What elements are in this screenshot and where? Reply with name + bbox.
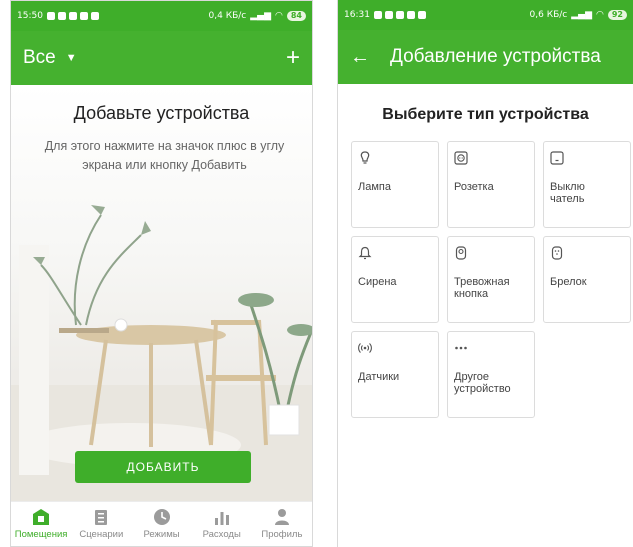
add-icon[interactable]: + <box>286 44 300 72</box>
empty-state: Добавьте устройства Для этого нажмите на… <box>11 85 312 501</box>
signal-icon: ▂▄▆ <box>250 11 271 21</box>
nav-label: Режимы <box>143 529 180 540</box>
device-tile-socket[interactable]: Розетка <box>447 141 535 228</box>
section-title: Выберите тип устройства <box>382 106 589 123</box>
device-tile-panic-button[interactable]: Тревожная кнопка <box>447 236 535 323</box>
caret-down-icon[interactable]: ▼ <box>66 52 77 64</box>
device-tile-keyfob[interactable]: Брелок <box>543 236 631 323</box>
signal-icon: ▂▄▆ <box>571 10 592 20</box>
tile-label: Другое устройство <box>454 371 511 395</box>
expenses-icon <box>214 512 229 525</box>
network-speed: 0,4 КБ/с <box>208 11 247 21</box>
modes-icon <box>153 509 170 525</box>
profile-icon <box>274 509 289 525</box>
notification-icon <box>417 11 426 19</box>
status-bar: 15:50 0,4 КБ/с ▂▄▆ ◠ 84 <box>11 1 312 31</box>
status-time: 15:50 <box>17 11 43 21</box>
scenarios-icon <box>95 510 108 525</box>
nav-item-profile[interactable]: Профиль <box>252 502 312 546</box>
device-tile-other[interactable]: Другое устройство <box>447 331 535 418</box>
tile-label: Сирена <box>358 276 397 288</box>
switch-icon <box>550 151 564 165</box>
back-arrow-icon[interactable]: ← <box>350 46 370 69</box>
status-bar: 16:31 0,6 КБ/с ▂▄▆ ◠ 92 <box>338 0 633 30</box>
nav-item-modes[interactable]: Режимы <box>131 502 191 546</box>
nav-item-rooms[interactable]: Помещения <box>11 502 71 546</box>
nav-label: Профиль <box>261 529 303 540</box>
notification-icon <box>46 12 55 20</box>
sensor-icon <box>358 343 372 353</box>
page-title: Добавление устройства <box>390 46 601 67</box>
device-tile-siren[interactable]: Сирена <box>351 236 439 323</box>
status-time: 16:31 <box>344 10 370 20</box>
siren-icon <box>358 246 372 260</box>
lamp-icon <box>360 151 370 164</box>
notification-icon <box>57 12 66 20</box>
notification-icon <box>384 11 393 19</box>
wifi-icon: ◠ <box>275 11 283 21</box>
nav-label: Сценарии <box>79 529 124 540</box>
battery-level: 92 <box>607 10 627 20</box>
notification-icon <box>373 11 382 19</box>
notification-icons <box>46 12 99 20</box>
tile-label: Лампа <box>358 181 391 193</box>
tile-label: Тревожная кнопка <box>454 276 510 300</box>
device-tile-switch[interactable]: Выклю чатель <box>543 141 631 228</box>
empty-state-title: Добавьте устройства <box>73 103 250 123</box>
app-bar: Все ▼ + <box>11 31 312 85</box>
app-bar: ← Добавление устройства <box>338 30 633 84</box>
rooms-icon <box>33 509 50 525</box>
notification-icon <box>395 11 404 19</box>
tile-label: Датчики <box>358 371 400 383</box>
nav-item-expenses[interactable]: Расходы <box>192 502 252 546</box>
add-device-screen: 16:31 0,6 КБ/с ▂▄▆ ◠ 92 ← Добавление уст… <box>337 0 633 547</box>
keyfob-icon <box>551 246 563 260</box>
panic-button-icon <box>455 246 467 260</box>
notification-icon <box>79 12 88 20</box>
device-tile-sensors[interactable]: Датчики <box>351 331 439 418</box>
tile-label: Розетка <box>454 181 494 193</box>
tile-label: Выклю чатель <box>550 181 585 205</box>
add-button[interactable]: ДОБАВИТЬ <box>75 451 251 483</box>
notification-icon <box>406 11 415 19</box>
device-tile-lamp[interactable]: Лампа <box>351 141 439 228</box>
nav-label: Расходы <box>202 529 241 540</box>
more-icon <box>455 346 467 350</box>
battery-level: 84 <box>286 11 306 21</box>
empty-state-hint: Для этого нажмите на значок плюс в углу … <box>44 139 285 172</box>
device-type-grid: Лампа Розетка Выклю чатель Сирена Тревож… <box>351 141 631 418</box>
network-speed: 0,6 КБ/с <box>529 10 568 20</box>
room-selector[interactable]: Все <box>23 47 56 69</box>
notification-icon <box>68 12 77 20</box>
notification-icon <box>90 12 99 20</box>
rooms-screen: 15:50 0,4 КБ/с ▂▄▆ ◠ 84 Все ▼ + Добавьте… <box>10 0 313 547</box>
nav-label: Помещения <box>14 529 68 540</box>
nav-item-scenarios[interactable]: Сценарии <box>71 502 131 546</box>
tile-label: Брелок <box>550 276 587 288</box>
bottom-navigation: Помещения Сценарии Режимы Расходы Профил… <box>11 501 312 546</box>
socket-icon <box>454 151 468 165</box>
wifi-icon: ◠ <box>596 10 604 20</box>
notification-icons <box>373 11 426 19</box>
